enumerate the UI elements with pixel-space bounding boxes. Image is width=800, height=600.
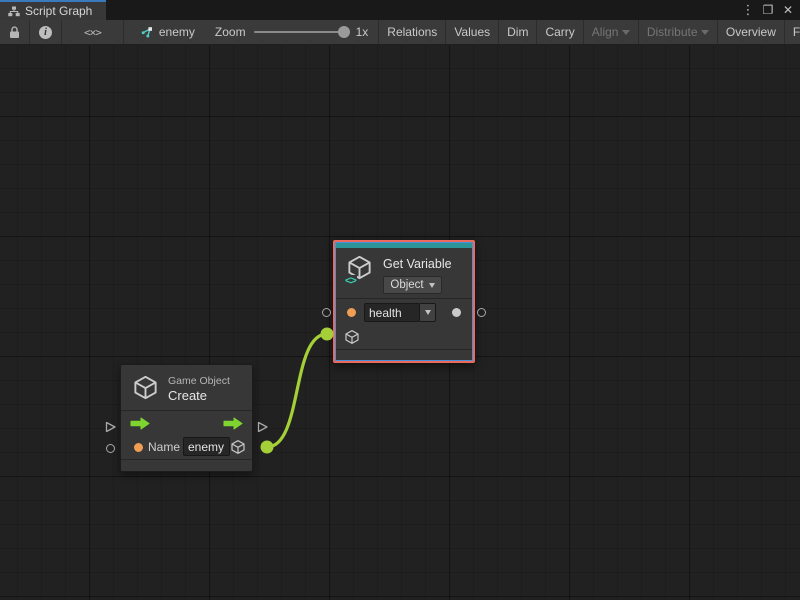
graph-breadcrumb[interactable]: enemy xyxy=(124,20,211,44)
name-input-port[interactable] xyxy=(322,308,331,317)
lock-icon xyxy=(9,26,20,39)
zoom-slider[interactable] xyxy=(254,31,348,33)
gameobject-output-port-connected[interactable] xyxy=(261,441,274,454)
tab-title: Script Graph xyxy=(25,4,92,18)
value-output-port-icon[interactable] xyxy=(452,308,461,317)
node-get-variable[interactable]: <> Get Variable Object xyxy=(333,240,475,363)
relations-button[interactable]: Relations xyxy=(379,20,446,44)
name-port-row: Name xyxy=(121,435,252,459)
node-header: Game Object Create xyxy=(121,365,252,410)
node-game-object-create[interactable]: Game Object Create Name xyxy=(120,364,253,472)
code-icon: <×> xyxy=(84,26,101,39)
node-body: <> Get Variable Object xyxy=(335,242,473,361)
dim-button[interactable]: Dim xyxy=(499,20,537,44)
code-brackets-icon: <> xyxy=(344,275,357,287)
game-object-cube-icon xyxy=(132,374,159,401)
flow-input-arrow-icon[interactable] xyxy=(130,417,150,430)
more-menu-icon[interactable]: ⋮ xyxy=(740,2,756,18)
variable-name-row xyxy=(336,299,472,327)
node-category: Game Object xyxy=(168,375,230,388)
tab-script-graph[interactable]: Script Graph xyxy=(0,0,106,20)
value-output-port[interactable] xyxy=(477,308,486,317)
distribute-button[interactable]: Distribute xyxy=(639,20,718,44)
values-button[interactable]: Values xyxy=(446,20,499,44)
align-label: Align xyxy=(592,25,619,39)
string-port-icon[interactable] xyxy=(347,308,356,317)
wire-create-to-getvariable[interactable] xyxy=(267,334,327,447)
name-input-port[interactable] xyxy=(106,444,115,453)
script-graph-icon xyxy=(8,6,20,17)
node-footer xyxy=(336,350,472,360)
graph-name-label: enemy xyxy=(159,25,195,39)
node-header: <> Get Variable Object xyxy=(336,248,472,298)
chevron-down-icon xyxy=(425,310,431,315)
chevron-down-icon xyxy=(429,283,435,288)
node-title: Get Variable xyxy=(383,257,452,271)
flow-output-port[interactable] xyxy=(256,420,269,434)
node-footer xyxy=(121,460,252,470)
graph-toolbar: i <×> enemy Zoom 1x Relations Values Dim… xyxy=(0,20,800,45)
overview-button[interactable]: Overview xyxy=(718,20,785,44)
chevron-down-icon xyxy=(622,30,630,35)
close-icon[interactable]: ✕ xyxy=(780,2,796,18)
tab-bar: Script Graph ⋮ ❐ ✕ xyxy=(0,0,800,20)
object-input-port-connected[interactable] xyxy=(321,328,334,341)
name-port-label: Name xyxy=(148,440,180,454)
window-controls: ⋮ ❐ ✕ xyxy=(740,0,796,20)
zoom-label: Zoom xyxy=(215,25,246,39)
zoom-control: Zoom 1x xyxy=(211,20,379,44)
maximize-icon[interactable]: ❐ xyxy=(760,2,776,18)
string-port-icon[interactable] xyxy=(134,443,143,452)
gameobject-output-port-icon[interactable] xyxy=(230,439,246,455)
lock-button[interactable] xyxy=(0,20,30,44)
chevron-down-icon xyxy=(701,30,709,35)
script-graph-window: Script Graph ⋮ ❐ ✕ i <×> xyxy=(0,0,800,600)
zoom-value: 1x xyxy=(356,25,369,39)
variable-kind-dropdown[interactable]: Object xyxy=(383,276,442,294)
object-port-row xyxy=(336,327,472,349)
node-title: Create xyxy=(168,388,230,404)
variable-object-icon: <> xyxy=(346,254,374,284)
variable-picker-dropdown[interactable] xyxy=(420,303,436,322)
flow-output-arrow-icon[interactable] xyxy=(223,417,243,430)
info-icon: i xyxy=(39,26,52,39)
carry-button[interactable]: Carry xyxy=(537,20,583,44)
graph-canvas[interactable]: Game Object Create Name xyxy=(0,45,800,600)
name-value-input[interactable] xyxy=(183,437,230,456)
distribute-label: Distribute xyxy=(647,25,698,39)
flow-ports-row xyxy=(121,411,252,435)
flow-input-port[interactable] xyxy=(104,420,117,434)
graph-icon xyxy=(140,26,153,38)
object-input-port-icon[interactable] xyxy=(344,329,360,345)
code-view-button[interactable]: <×> xyxy=(62,20,124,44)
variable-kind-label: Object xyxy=(390,279,423,291)
info-button[interactable]: i xyxy=(30,20,62,44)
fullscreen-button[interactable]: Full Screen xyxy=(785,20,800,44)
zoom-slider-handle[interactable] xyxy=(338,26,350,38)
variable-name-input[interactable] xyxy=(364,303,420,322)
align-button[interactable]: Align xyxy=(584,20,639,44)
